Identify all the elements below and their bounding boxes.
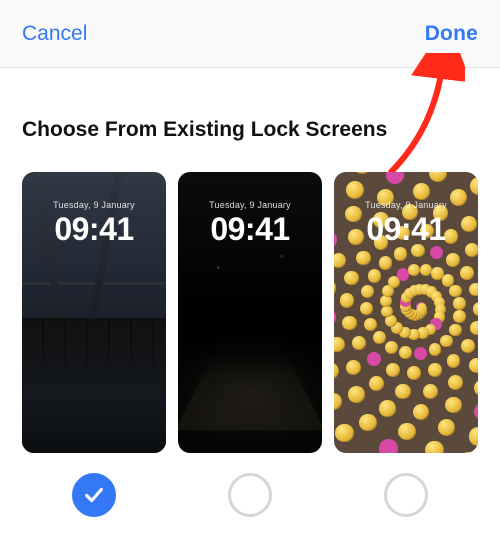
lockscreen-radio[interactable]: [384, 473, 428, 517]
check-icon: [83, 484, 105, 506]
lockscreen-option[interactable]: Tuesday, 9 January 09:41: [178, 172, 322, 453]
radio-wrap: [22, 473, 166, 517]
modal-header: Cancel Done: [0, 0, 500, 68]
lockscreen-radio[interactable]: [72, 473, 116, 517]
lockscreen-time: 09:41: [54, 211, 133, 248]
done-button[interactable]: Done: [425, 22, 478, 46]
lockscreen-clock: Tuesday, 9 January 09:41: [334, 200, 478, 248]
lockscreen-time: 09:41: [366, 211, 445, 248]
lockscreen-date: Tuesday, 9 January: [53, 200, 135, 210]
lockscreen-option[interactable]: Tuesday, 9 January 09:41: [22, 172, 166, 453]
cancel-button[interactable]: Cancel: [22, 22, 87, 46]
lockscreen-clock: Tuesday, 9 January 09:41: [178, 200, 322, 248]
lockscreen-clock: Tuesday, 9 January 09:41: [22, 200, 166, 248]
lockscreen-list: Tuesday, 9 January 09:41 Tuesday, 9 Janu…: [0, 172, 500, 453]
lockscreen-radio[interactable]: [228, 473, 272, 517]
selection-radios: [0, 453, 500, 517]
lockscreen-time: 09:41: [210, 211, 289, 248]
lockscreen-date: Tuesday, 9 January: [209, 200, 291, 210]
radio-wrap: [334, 473, 478, 517]
lockscreen-option[interactable]: Tuesday, 9 January 09:41: [334, 172, 478, 453]
radio-wrap: [178, 473, 322, 517]
section-header: Choose From Existing Lock Screens: [0, 68, 500, 172]
lockscreen-date: Tuesday, 9 January: [365, 200, 447, 210]
